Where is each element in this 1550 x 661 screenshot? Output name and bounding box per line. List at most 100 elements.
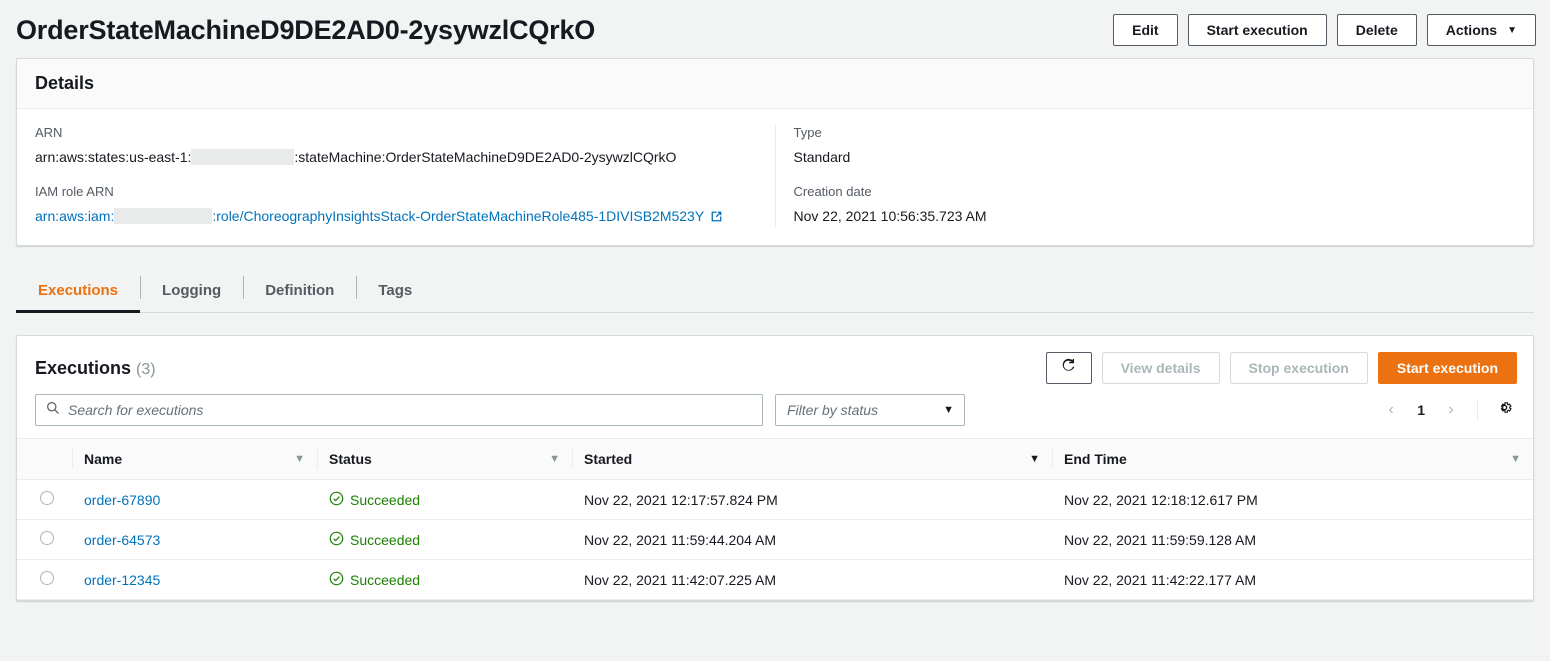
execution-link[interactable]: order-12345 [84,572,160,588]
column-status-label: Status [329,451,372,467]
row-started-cell: Nov 22, 2021 11:42:07.225 AM [572,560,1052,600]
tab-bar: Executions Logging Definition Tags [16,268,1534,313]
pagination-page-1[interactable]: 1 [1408,402,1434,418]
sort-arrow-icon[interactable]: ▼ [1029,453,1040,465]
column-started-label: Started [584,451,632,467]
creation-date-label: Creation date [794,184,1516,200]
chevron-down-icon: ▼ [943,404,954,416]
table-preferences-button[interactable] [1491,395,1517,425]
row-radio-button[interactable] [40,571,54,585]
tab-definition[interactable]: Definition [243,268,356,312]
iam-suffix: :role/ChoreographyInsightsStack-OrderSta… [212,208,704,224]
creation-date-value: Nov 22, 2021 10:56:35.723 AM [794,207,1516,225]
tab-tags[interactable]: Tags [356,268,434,312]
redacted-account-id [114,208,212,224]
row-end-time-cell: Nov 22, 2021 12:18:12.617 PM [1052,480,1533,520]
pagination-prev-button[interactable]: ‹ [1378,395,1404,425]
executions-card: Executions (3) View details Stop executio… [16,335,1534,601]
details-body: ARN arn:aws:states:us-east-1::stateMachi… [17,109,1533,245]
actions-label: Actions [1446,22,1497,38]
status-label: Succeeded [350,572,420,588]
pagination-next-button[interactable]: › [1438,395,1464,425]
executions-toolbar: View details Stop execution Start execut… [1046,352,1517,384]
status-filter-placeholder: Filter by status [787,402,878,418]
creation-date-group: Creation date Nov 22, 2021 10:56:35.723 … [794,184,1516,225]
refresh-button[interactable] [1046,352,1092,384]
execution-link[interactable]: order-64573 [84,532,160,548]
arn-group: ARN arn:aws:states:us-east-1::stateMachi… [35,125,757,166]
column-select [17,439,72,480]
iam-prefix: arn:aws:iam: [35,208,114,224]
row-select-cell [17,520,72,560]
column-status[interactable]: Status ▼ [317,439,572,480]
row-started-cell: Nov 22, 2021 12:17:57.824 PM [572,480,1052,520]
tab-logging[interactable]: Logging [140,268,243,312]
sort-arrow-icon[interactable]: ▼ [1510,453,1521,465]
status-filter-dropdown[interactable]: Filter by status ▼ [775,394,965,426]
page-title: OrderStateMachineD9DE2AD0-2ysywzlCQrkO [16,15,595,46]
external-link-icon[interactable] [710,209,723,227]
table-body: order-67890 Succeeded Nov 22, 2021 12:17… [17,480,1533,600]
iam-role-arn-link[interactable]: arn:aws:iam: :role/ChoreographyInsightsSt… [35,208,704,224]
row-radio-button[interactable] [40,531,54,545]
column-end-time[interactable]: End Time ▼ [1052,439,1533,480]
view-details-button[interactable]: View details [1102,352,1220,384]
details-title: Details [35,73,1513,94]
column-name[interactable]: Name ▼ [72,439,317,480]
start-execution-button[interactable]: Start execution [1378,352,1517,384]
executions-title: Executions [35,358,131,378]
table-row[interactable]: order-64573 Succeeded Nov 22, 2021 11:59… [17,520,1533,560]
stop-execution-button[interactable]: Stop execution [1230,352,1368,384]
column-end-time-label: End Time [1064,451,1127,467]
row-status-cell: Succeeded [317,480,572,520]
header-actions: Edit Start execution Delete Actions ▼ [1113,14,1536,46]
edit-button[interactable]: Edit [1113,14,1177,46]
tab-executions[interactable]: Executions [16,268,140,312]
arn-label: ARN [35,125,757,141]
details-right-column: Type Standard Creation date Nov 22, 2021… [776,125,1534,227]
actions-dropdown-button[interactable]: Actions ▼ [1427,14,1536,46]
row-radio-button[interactable] [40,491,54,505]
pagination-divider [1477,399,1478,421]
row-name-cell: order-64573 [72,520,317,560]
pagination: ‹ 1 › [1378,395,1517,425]
details-card-header: Details [17,59,1533,109]
executions-count: (3) [136,361,156,378]
delete-button[interactable]: Delete [1337,14,1417,46]
type-label: Type [794,125,1516,141]
table-header-row: Name ▼ Status ▼ Started ▼ [17,439,1533,480]
executions-heading: Executions (3) [35,358,156,379]
status-label: Succeeded [350,532,420,548]
table-row[interactable]: order-67890 Succeeded Nov 22, 2021 12:17… [17,480,1533,520]
executions-filter-row: Filter by status ▼ ‹ 1 › [17,384,1533,438]
column-started[interactable]: Started ▼ [572,439,1052,480]
filter-controls: Filter by status ▼ [35,394,965,426]
step-functions-state-machine-page: OrderStateMachineD9DE2AD0-2ysywzlCQrkO E… [0,0,1550,661]
iam-role-arn-group: IAM role ARN arn:aws:iam: :role/Choreogra… [35,184,757,227]
column-name-label: Name [84,451,122,467]
search-box[interactable] [35,394,763,426]
status-label: Succeeded [350,492,420,508]
redacted-account-id [191,149,294,165]
execution-link[interactable]: order-67890 [84,492,160,508]
row-select-cell [17,480,72,520]
arn-suffix: :stateMachine:OrderStateMachineD9DE2AD0-… [294,149,676,165]
row-end-time-cell: Nov 22, 2021 11:42:22.177 AM [1052,560,1533,600]
row-status-cell: Succeeded [317,520,572,560]
search-input[interactable] [68,396,752,424]
gear-icon [1496,399,1513,421]
chevron-down-icon: ▼ [1507,16,1517,46]
table-header: Name ▼ Status ▼ Started ▼ [17,439,1533,480]
arn-value: arn:aws:states:us-east-1::stateMachine:O… [35,148,757,166]
row-end-time-cell: Nov 22, 2021 11:59:59.128 AM [1052,520,1533,560]
row-status-cell: Succeeded [317,560,572,600]
sort-arrow-icon[interactable]: ▼ [294,453,305,465]
start-execution-header-button[interactable]: Start execution [1188,14,1327,46]
iam-role-arn-label: IAM role ARN [35,184,757,200]
row-name-cell: order-12345 [72,560,317,600]
details-card: Details ARN arn:aws:states:us-east-1::st… [16,58,1534,246]
row-started-cell: Nov 22, 2021 11:59:44.204 AM [572,520,1052,560]
sort-arrow-icon[interactable]: ▼ [549,453,560,465]
table-row[interactable]: order-12345 Succeeded Nov 22, 2021 11:42… [17,560,1533,600]
executions-table: Name ▼ Status ▼ Started ▼ [17,438,1533,600]
